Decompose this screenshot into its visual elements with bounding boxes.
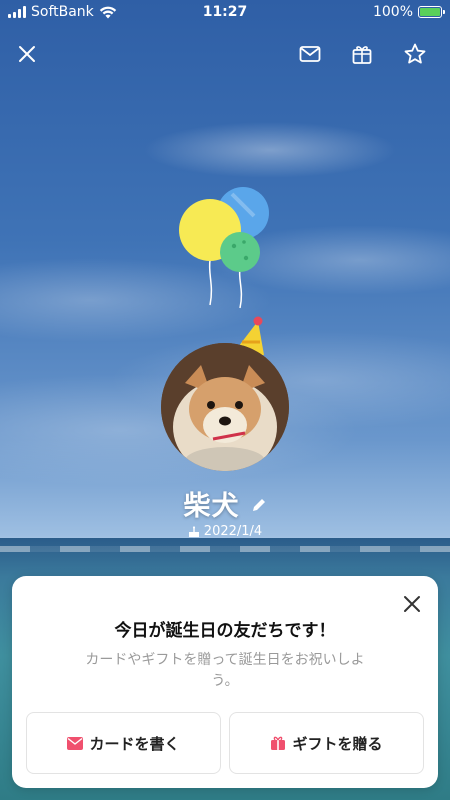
profile-avatar[interactable] [161, 343, 289, 471]
birthday-date: 2022/1/4 [203, 524, 263, 539]
favorite-button[interactable] [399, 38, 431, 70]
edit-name-button[interactable] [251, 497, 267, 517]
dog-photo [161, 343, 289, 471]
gift-button[interactable] [346, 38, 378, 70]
birthday-card: 今日が誕生日の友だちです！ カードやギフトを贈って誕生日をお祝いしよう。 カード… [12, 576, 438, 788]
close-icon [19, 46, 35, 62]
birthday-row: 2022/1/4 [0, 524, 450, 539]
send-gift-button[interactable]: ギフトを贈る [229, 712, 424, 774]
balloons-illustration [179, 187, 269, 309]
write-card-label: カードを書く [89, 734, 180, 753]
gift-icon [352, 46, 372, 64]
mail-icon [299, 46, 321, 62]
card-close-button[interactable] [398, 590, 426, 618]
profile-name: 柴犬 [183, 491, 240, 522]
cake-icon [188, 525, 199, 537]
mail-button[interactable] [294, 38, 326, 70]
mail-icon [67, 736, 84, 750]
status-bar: SoftBank 11:27 100% [0, 0, 450, 24]
gift-icon [271, 736, 286, 750]
write-card-button[interactable]: カードを書く [26, 712, 221, 774]
card-description: カードやギフトを贈って誕生日をお祝いしよう。 [85, 652, 365, 689]
close-icon [404, 596, 420, 612]
close-button[interactable] [11, 38, 43, 70]
top-nav [0, 38, 450, 72]
star-icon [404, 43, 426, 64]
avatar [161, 343, 289, 471]
battery-icon [418, 6, 445, 18]
profile-name-row: 柴犬 [0, 484, 450, 523]
card-actions: カードを書く ギフトを贈る [26, 712, 424, 774]
battery-percent: 100% [372, 4, 413, 20]
send-gift-label: ギフトを贈る [292, 734, 383, 753]
pencil-icon [252, 499, 265, 511]
status-right: 100% [372, 4, 445, 20]
card-title: 今日が誕生日の友だちです！ [114, 621, 336, 641]
